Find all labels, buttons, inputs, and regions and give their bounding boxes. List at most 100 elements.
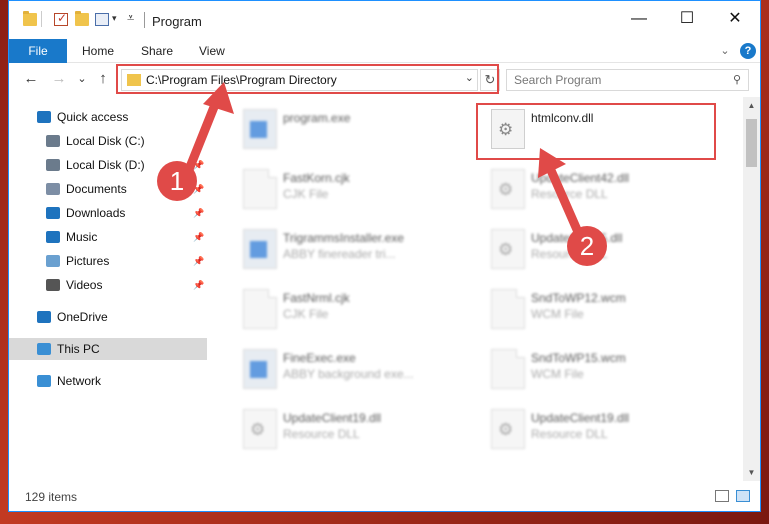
recent-locations-button[interactable]: ⌄	[72, 69, 92, 89]
customize-qa-icon[interactable]: ⩡	[127, 10, 134, 26]
status-bar: 129 items	[9, 481, 760, 511]
file-type: Resource DLL	[283, 427, 360, 441]
file-type: WCM File	[531, 307, 584, 321]
file-name: FastNrml.cjk	[283, 291, 350, 305]
folder-icon	[127, 74, 141, 86]
file-name: FineExec.exe	[283, 351, 356, 365]
program-exe-icon	[243, 109, 277, 149]
sidebar-item-label: Pictures	[66, 254, 110, 268]
file-item[interactable]: TrigrammsInstaller.exe ABBY finereader tr…	[235, 221, 480, 277]
qa-dropdown-icon[interactable]: ▾	[112, 13, 117, 24]
file-name: htmlconv.dll	[531, 111, 594, 125]
item-count: 129 items	[25, 490, 78, 504]
exe-icon	[243, 349, 277, 389]
scroll-thumb[interactable]	[746, 119, 757, 167]
file-item[interactable]: UpdateClient42.dll Resource DLL	[483, 161, 728, 217]
file-list: program.exe htmlconv.dll FastKorn.cjk CJK F…	[213, 97, 743, 481]
search-input[interactable]: Search Program ⚲	[506, 69, 749, 91]
details-view-icon[interactable]	[715, 490, 729, 502]
close-button[interactable]: ✕	[725, 9, 745, 29]
file-item[interactable]: UpdateClient19.dll Resource DLL	[483, 401, 728, 457]
large-icons-view-icon[interactable]	[736, 490, 750, 502]
pin-icon[interactable]: 📌	[193, 274, 204, 296]
title-divider	[144, 12, 145, 28]
file-type: CJK File	[283, 307, 329, 321]
dll-icon	[491, 169, 525, 209]
dll-icon	[491, 229, 525, 269]
file-icon	[491, 349, 525, 389]
file-item[interactable]: SndToWP15.wcm WCM File	[483, 341, 728, 397]
navigation-pane: Quick access Local Disk (C:) Local Disk (D…	[9, 97, 207, 481]
forward-button[interactable]: →	[49, 69, 69, 89]
expand-ribbon-icon[interactable]: ⌄	[717, 43, 733, 59]
scroll-down-icon[interactable]: ▼	[743, 464, 760, 481]
file-icon	[243, 169, 277, 209]
sidebar-item[interactable]: Downloads 📌	[9, 202, 207, 224]
dll-icon	[491, 109, 525, 149]
address-dropdown-icon[interactable]: ⌄	[465, 71, 474, 84]
navigation-bar: ← → ⌄ ↑ C:\Program Files\Program Directo…	[9, 63, 760, 97]
sidebar-item-label: OneDrive	[57, 310, 108, 324]
tab-share[interactable]: Share	[129, 39, 185, 63]
sidebar-item[interactable]: Music 📌	[9, 226, 207, 248]
file-item[interactable]: SndToWP12.wcm WCM File	[483, 281, 728, 337]
sidebar-item-label: Network	[57, 374, 102, 388]
vertical-scrollbar[interactable]: ▲ ▼	[743, 97, 760, 481]
sidebar-item[interactable]: OneDrive	[9, 306, 207, 328]
videos-icon	[46, 279, 60, 291]
file-name: TrigrammsInstaller.exe	[283, 231, 404, 245]
sidebar-item[interactable]: Videos 📌	[9, 274, 207, 296]
sidebar-item[interactable]: Network	[9, 370, 207, 392]
pin-icon[interactable]: 📌	[193, 202, 204, 224]
step-marker-2: 2	[567, 226, 607, 266]
file-name: program.exe	[283, 111, 351, 125]
star-icon	[37, 111, 51, 123]
properties-check-icon[interactable]	[54, 11, 68, 26]
file-item[interactable]: FastKorn.cjk CJK File	[235, 161, 480, 217]
sidebar-item[interactable]: Quick access	[9, 106, 207, 128]
pin-icon[interactable]: 📌	[193, 226, 204, 248]
tab-home[interactable]: Home	[70, 39, 126, 63]
file-icon	[243, 289, 277, 329]
sidebar-item-label: Music	[66, 230, 98, 244]
file-name: UpdateClient19.dll	[283, 411, 382, 425]
refresh-button[interactable]: ↻	[480, 69, 500, 91]
file-item[interactable]: UpdateClient19.dll Resource DLL	[235, 401, 480, 457]
onedrive-icon	[37, 311, 51, 323]
tab-view[interactable]: View	[187, 39, 237, 63]
minimize-button[interactable]: —	[629, 9, 649, 29]
folder-icon[interactable]	[23, 11, 37, 26]
search-icon: ⚲	[732, 74, 741, 86]
search-placeholder: Search Program	[514, 73, 602, 87]
file-item[interactable]: htmlconv.dll	[483, 101, 728, 157]
file-name: UpdateClient42.dll	[531, 171, 630, 185]
new-folder-icon[interactable]	[75, 11, 89, 26]
address-bar[interactable]: C:\Program Files\Program Directory ⌄	[121, 69, 478, 91]
file-name: SndToWP12.wcm	[531, 291, 626, 305]
dll-icon	[243, 409, 277, 449]
properties-icon[interactable]	[95, 13, 109, 26]
sidebar-item[interactable]: Local Disk (C:)	[9, 130, 207, 152]
documents-icon	[46, 183, 60, 195]
help-icon[interactable]: ?	[740, 43, 756, 59]
file-icon	[491, 289, 525, 329]
drive-icon	[46, 135, 60, 147]
scroll-up-icon[interactable]: ▲	[743, 97, 760, 114]
pin-icon[interactable]: 📌	[193, 250, 204, 272]
file-item[interactable]: FastNrml.cjk CJK File	[235, 281, 480, 337]
file-item[interactable]: FineExec.exe ABBY background exe...	[235, 341, 480, 397]
network-icon	[37, 375, 51, 387]
maximize-button[interactable]: ☐	[677, 9, 697, 29]
back-button[interactable]: ←	[21, 69, 41, 89]
sidebar-item[interactable]: This PC	[9, 338, 207, 360]
file-name: FastKorn.cjk	[283, 171, 350, 185]
divider	[41, 11, 42, 27]
file-item[interactable]: program.exe	[235, 101, 480, 157]
sidebar-item-label: Documents	[66, 182, 127, 196]
file-type: Resource DLL	[531, 187, 608, 201]
dll-icon	[491, 409, 525, 449]
up-button[interactable]: ↑	[93, 69, 113, 89]
sidebar-item[interactable]: Pictures 📌	[9, 250, 207, 272]
sidebar-item-label: This PC	[57, 342, 100, 356]
title-bar: ▾ ⩡ Program — ☐ ✕	[9, 1, 760, 39]
